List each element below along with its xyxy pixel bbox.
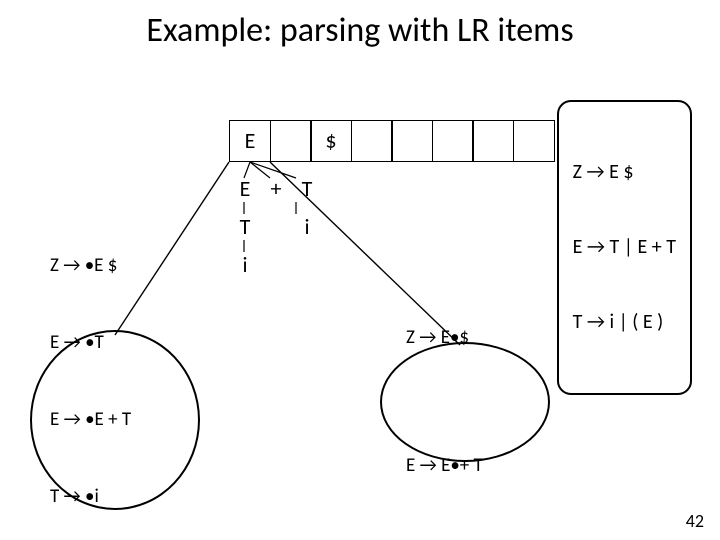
- lr-item: Z → •E $: [50, 253, 131, 279]
- tree-node: T: [294, 178, 320, 200]
- input-tape: E $: [229, 120, 555, 162]
- grammar-line: T → i | ( E ): [573, 310, 676, 335]
- grammar-line: Z → E $: [573, 160, 676, 185]
- tape-cell: [270, 120, 312, 162]
- item-set-after-E: Z → E•$ E → E•+ T: [380, 342, 550, 462]
- lr-item: Z → E•$: [406, 325, 483, 351]
- slide-title: Example: parsing with LR items: [0, 10, 720, 51]
- grammar-box: Z → E $ E → T | E + T T → i | ( E ): [557, 100, 692, 395]
- tape-cell: [391, 120, 433, 162]
- tape-cell: [351, 120, 393, 162]
- tree-node: i: [232, 254, 258, 276]
- lr-item: E → E•+ T: [406, 453, 483, 479]
- tree-node: +: [263, 178, 289, 200]
- lr-item: T → •i: [50, 484, 131, 510]
- item-set-start: Z → •E $ E → •T E → •E + T T → •i T → •(…: [30, 330, 200, 510]
- slide: Example: parsing with LR items E $ Z → E…: [0, 0, 720, 540]
- tape-cell: $: [310, 120, 352, 162]
- slide-number: 42: [686, 510, 704, 532]
- tape-cell: [472, 120, 514, 162]
- tree-node: T: [232, 216, 258, 238]
- tape-cell: [513, 120, 555, 162]
- lr-item: E → •E + T: [50, 407, 131, 433]
- tape-cell: [432, 120, 474, 162]
- tape-cell: E: [229, 120, 271, 162]
- tree-node: i: [294, 216, 320, 238]
- lr-item: E → •T: [50, 330, 131, 356]
- tree-node: E: [232, 178, 258, 200]
- grammar-line: E → T | E + T: [573, 235, 676, 260]
